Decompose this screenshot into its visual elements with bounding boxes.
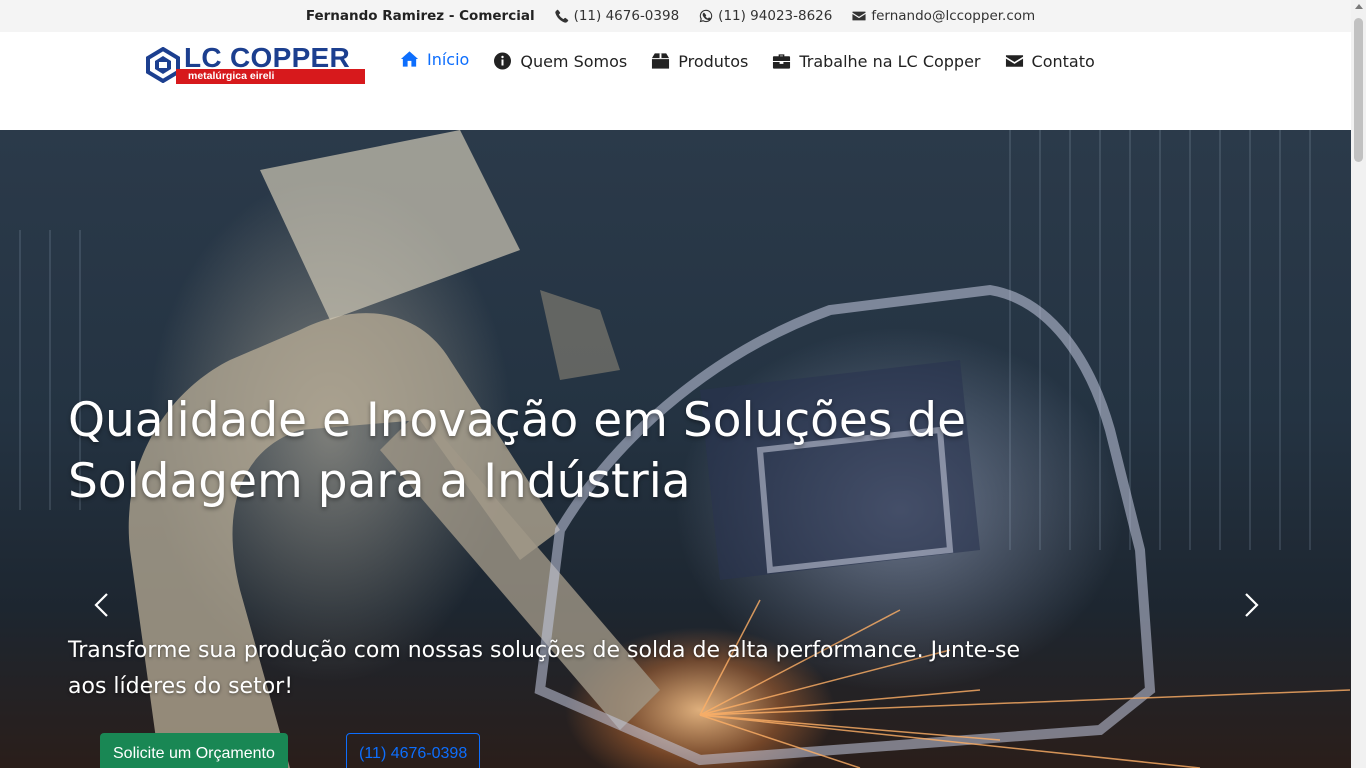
nav-item-label: Quem Somos bbox=[520, 51, 628, 71]
whatsapp-contact[interactable]: (11) 94023-8626 bbox=[699, 8, 832, 24]
contact-name: Fernando Ramirez - Comercial bbox=[305, 8, 535, 24]
nav-item-quem-somos[interactable]: Quem Somos bbox=[493, 52, 627, 71]
chevron-right-icon bbox=[1245, 593, 1259, 617]
logo-tagline: metalúrgica eireli bbox=[176, 69, 365, 84]
site-logo[interactable]: LC COPPER metalúrgica eireli bbox=[146, 42, 366, 86]
nav-item-contato[interactable]: Contato bbox=[1005, 52, 1095, 71]
phone-icon bbox=[554, 9, 568, 23]
phone-text: (11) 4676-0398 bbox=[573, 8, 680, 24]
scroll-up-arrow-icon[interactable] bbox=[1355, 4, 1363, 9]
whatsapp-icon bbox=[699, 9, 713, 23]
nav-item-label: Produtos bbox=[678, 51, 749, 71]
carousel-prev-button[interactable] bbox=[88, 590, 118, 620]
top-contact-bar: Fernando Ramirez - Comercial (11) 4676-0… bbox=[0, 0, 1351, 32]
nav-item-trabalhe[interactable]: Trabalhe na LC Copper bbox=[772, 51, 981, 71]
box-icon bbox=[652, 53, 670, 69]
logo-mark-icon bbox=[146, 47, 180, 83]
request-quote-button[interactable]: Solicite um Orçamento bbox=[100, 733, 288, 768]
email-contact[interactable]: fernando@lccopper.com bbox=[852, 8, 1035, 24]
nav-item-produtos[interactable]: Produtos bbox=[651, 52, 748, 71]
phone-contact[interactable]: (11) 4676-0398 bbox=[554, 8, 680, 24]
home-icon bbox=[400, 51, 419, 67]
chevron-left-icon bbox=[94, 593, 108, 617]
whatsapp-text: (11) 94023-8626 bbox=[718, 8, 833, 24]
envelope-icon bbox=[1005, 55, 1023, 67]
carousel-next-button[interactable] bbox=[1235, 590, 1265, 620]
nav-item-label: Contato bbox=[1031, 51, 1095, 71]
hero-carousel: Qualidade e Inovação em Soluções de Sold… bbox=[0, 130, 1351, 768]
site-header: LC COPPER metalúrgica eireli Início Quem… bbox=[0, 32, 1351, 130]
nav-item-label: Trabalhe na LC Copper bbox=[799, 51, 981, 71]
main-nav: Início Quem Somos Produtos Trabalhe na L… bbox=[400, 46, 1119, 76]
hero-subtitle: Transforme sua produção com nossas soluç… bbox=[68, 638, 1021, 699]
page-scrollbar[interactable] bbox=[1351, 0, 1366, 768]
info-circle-icon bbox=[494, 52, 512, 70]
nav-item-inicio[interactable]: Início bbox=[400, 50, 469, 69]
scroll-thumb[interactable] bbox=[1354, 18, 1363, 162]
envelope-icon bbox=[852, 11, 866, 21]
call-phone-button[interactable]: (11) 4676-0398 bbox=[346, 733, 481, 768]
nav-item-label: Início bbox=[427, 49, 470, 69]
hero-title: Qualidade e Inovação em Soluções de Sold… bbox=[68, 393, 967, 509]
briefcase-icon bbox=[773, 54, 791, 69]
email-text: fernando@lccopper.com bbox=[871, 8, 1036, 24]
